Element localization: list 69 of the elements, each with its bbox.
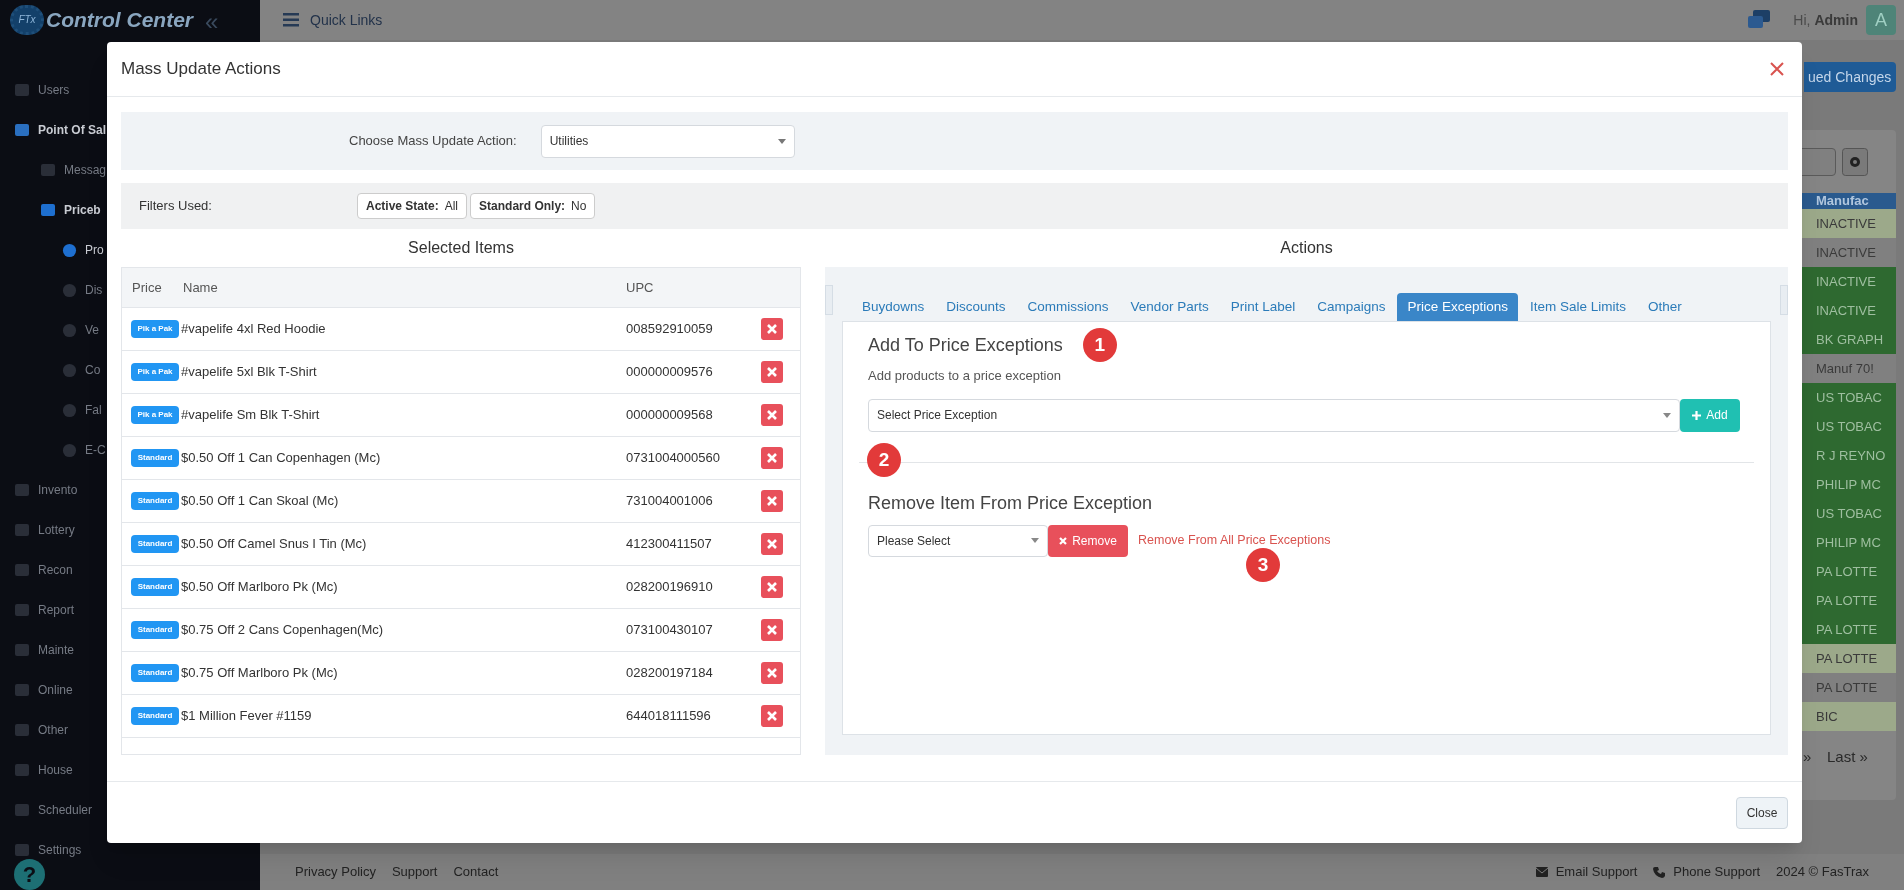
price-tag: Standard xyxy=(131,578,179,596)
table-cell-text: 644018111596 xyxy=(626,707,712,726)
price-tag: Standard xyxy=(131,535,179,553)
table-cell: BK GRAPH xyxy=(1802,325,1896,354)
modal-title: Mass Update Actions xyxy=(121,58,281,81)
table-cell-text: $0.75 Off 2 Cans Copenhagen(Mc) xyxy=(181,621,385,640)
logo-text: Control Center xyxy=(46,7,193,33)
table-cell-text: $0.50 Off 1 Can Copenhagen (Mc) xyxy=(181,449,382,468)
column-header: UPC xyxy=(626,278,655,297)
table-cell: INACTIVE xyxy=(1802,209,1896,238)
price-tag: Pik a Pak xyxy=(131,363,179,381)
table-cell: US TOBAC xyxy=(1802,383,1896,412)
table-cell-text: $0.50 Off 1 Can Skoal (Mc) xyxy=(181,492,340,511)
section-title: Remove Item From Price Exception xyxy=(868,491,1154,515)
table-cell-text: #vapelife Sm Blk T-Shirt xyxy=(181,406,321,425)
table-cell-text: 0731004000560 xyxy=(626,449,721,468)
step-marker: 1 xyxy=(1082,328,1117,362)
step-marker: 3 xyxy=(1246,548,1280,582)
table-cell: US TOBAC xyxy=(1802,499,1896,528)
price-tag: Standard xyxy=(131,449,179,467)
section-heading: Actions xyxy=(1279,238,1334,258)
table-cell-text: 412300411507 xyxy=(626,535,713,554)
column-header: Name xyxy=(183,278,219,297)
table-cell: PA LOTTE xyxy=(1802,644,1896,673)
table-cell-text: $1 Million Fever #1159 xyxy=(181,707,313,726)
table-cell: PHILIP MC xyxy=(1802,470,1896,499)
copyright-text: 2024 © FasTrax xyxy=(1776,863,1869,882)
table-cell: R J REYNO xyxy=(1802,441,1896,470)
column-header: Price xyxy=(131,278,163,297)
table-cell-text: 028200197184 xyxy=(626,664,714,683)
field-label: Choose Mass Update Action: xyxy=(349,132,517,151)
step-marker: 2 xyxy=(867,443,901,477)
table-cell-text: #vapelife 4xl Red Hoodie xyxy=(181,320,327,339)
table-cell: INACTIVE xyxy=(1802,238,1896,267)
table-cell: INACTIVE xyxy=(1802,267,1896,296)
table-cell-text: 008592910059 xyxy=(626,320,714,339)
filters-label: Filters Used: xyxy=(139,197,213,216)
table-cell-text: $0.75 Off Marlboro Pk (Mc) xyxy=(181,664,339,683)
price-tag: Standard xyxy=(131,664,179,682)
price-tag: Pik a Pak xyxy=(131,320,179,338)
table-cell: PA LOTTE xyxy=(1802,557,1896,586)
greeting-text: Hi, xyxy=(1793,10,1811,30)
table-cell-text: $0.50 Off Marlboro Pk (Mc) xyxy=(181,578,339,597)
section-title: Add To Price Exceptions xyxy=(868,333,1063,357)
table-cell: PA LOTTE xyxy=(1802,673,1896,702)
table-cell-text: 731004001006 xyxy=(626,492,714,511)
table-cell: Manuf 70! xyxy=(1802,354,1896,383)
table-cell-text: 000000009568 xyxy=(626,406,714,425)
price-tag: Standard xyxy=(131,707,179,725)
table-cell: US TOBAC xyxy=(1802,412,1896,441)
table-cell-text: $0.50 Off Camel Snus I Tin (Mc) xyxy=(181,535,368,554)
table-cell-text: #vapelife 5xl Blk T-Shirt xyxy=(181,363,318,382)
user-name: Admin xyxy=(1814,10,1858,30)
price-tag: Standard xyxy=(131,621,179,639)
filter-chip: Standard Only: No xyxy=(470,193,596,219)
price-tag: Standard xyxy=(131,492,179,510)
table-cell-text: 000000009576 xyxy=(626,363,714,382)
table-cell: PA LOTTE xyxy=(1802,615,1896,644)
logo-badge: FTx xyxy=(10,4,44,35)
section-heading: Selected Items xyxy=(407,238,515,258)
price-tag: Pik a Pak xyxy=(131,406,179,424)
table-cell-text: 028200196910 xyxy=(626,578,714,597)
table-cell: INACTIVE xyxy=(1802,296,1896,325)
table-cell: PA LOTTE xyxy=(1802,586,1896,615)
table-cell: PHILIP MC xyxy=(1802,528,1896,557)
table-cell-text: 073100430107 xyxy=(626,621,714,640)
filter-chip: Active State: All xyxy=(357,193,468,219)
section-subtitle: Add products to a price exception xyxy=(868,367,1062,385)
table-cell: BIC xyxy=(1802,702,1896,731)
